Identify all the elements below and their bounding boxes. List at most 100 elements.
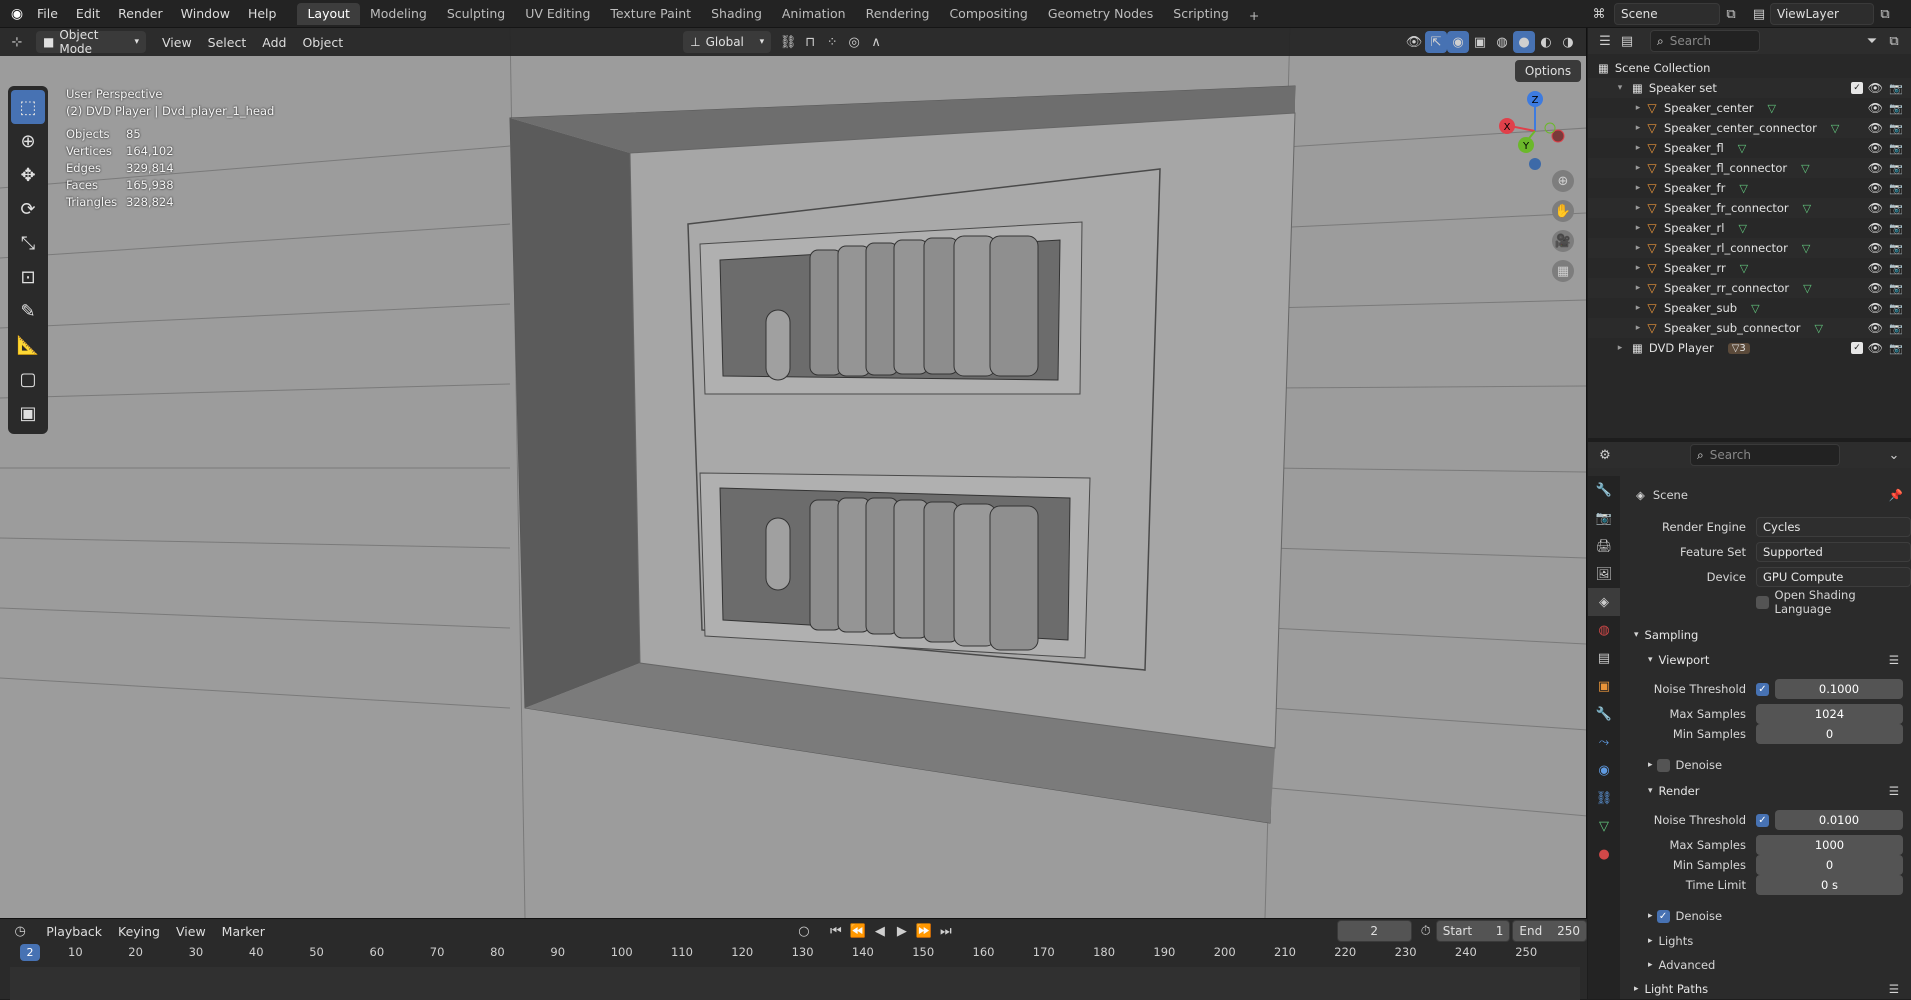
outliner-item[interactable]: ▸ ▽ Speaker_rl_connector ▽ 👁 📷 [1588,238,1911,258]
physics-tab-icon[interactable]: ◉ [1588,756,1620,784]
osl-row[interactable]: Open Shading Language [1620,588,1911,616]
rotate-tool[interactable]: ⟳ [8,192,48,226]
mesh-data-icon[interactable]: ▽ [1738,142,1746,155]
new-viewlayer-icon[interactable]: ⧉ [1874,3,1896,25]
viewport-subsection-header[interactable]: ▾ Viewport ☰ [1620,649,1911,671]
play-icon[interactable]: ▶ [891,920,913,942]
gizmo-icon[interactable]: ⇱ [1425,31,1447,53]
list-icon[interactable]: ☰ [1889,653,1899,667]
expand-arrow-icon[interactable]: ▸ [1632,203,1644,213]
outliner-item[interactable]: ▸ ▽ Speaker_sub ▽ 👁 📷 [1588,298,1911,318]
list-icon[interactable]: ☰ [1889,784,1899,798]
timeline-menu-view[interactable]: View [168,920,214,942]
jump-end-icon[interactable]: ⏭ [935,920,957,942]
tab-texture-paint[interactable]: Texture Paint [600,3,701,25]
eye-icon[interactable]: 👁 [1868,321,1883,335]
tool-tab-icon[interactable]: 🔧 [1588,476,1620,504]
rendered-shading-icon[interactable]: ◑ [1557,31,1579,53]
camera-icon[interactable]: 📷 [1889,262,1903,275]
chevron-down-icon[interactable]: ⌄ [1883,444,1905,466]
menu-window[interactable]: Window [172,0,239,28]
cursor-tool[interactable]: ⊕ [8,124,48,158]
feature-set-dropdown[interactable]: Supported [1756,542,1911,562]
expand-arrow-icon[interactable]: ▾ [1614,83,1626,93]
solid-shading-icon[interactable]: ● [1513,31,1535,53]
material-tab-icon[interactable]: ● [1588,840,1620,868]
particles-tab-icon[interactable]: ⤳ [1588,728,1620,756]
modifier-tab-icon[interactable]: 🔧 [1588,700,1620,728]
device-dropdown[interactable]: GPU Compute [1756,567,1911,587]
dvd-player-row[interactable]: ▸ ▦ DVD Player ▽3 ✓ 👁 📷 [1588,338,1911,358]
clock-icon[interactable]: ◷ [10,920,30,942]
mesh-data-icon[interactable]: ▽ [1803,202,1811,215]
camera-icon[interactable]: 📷 [1889,102,1903,115]
move-tool[interactable]: ✥ [8,158,48,192]
wireframe-shading-icon[interactable]: ◍ [1491,31,1513,53]
camera-icon[interactable]: 📷 [1889,162,1903,175]
expand-arrow-icon[interactable]: ▸ [1632,163,1644,173]
data-tab-icon[interactable]: ▽ [1588,812,1620,840]
xray-icon[interactable]: ▣ [1469,31,1491,53]
eye-icon[interactable]: 👁 [1868,261,1883,275]
timeline-menu-keying[interactable]: Keying [110,920,168,942]
menu-edit[interactable]: Edit [67,0,109,28]
outliner-item[interactable]: ▸ ▽ Speaker_center_connector ▽ 👁 📷 [1588,118,1911,138]
stopwatch-icon[interactable]: ⏱ [1416,920,1436,942]
mesh-data-icon[interactable]: ▽ [1740,262,1748,275]
eye-icon[interactable]: 👁 [1868,161,1883,175]
annotate-tool[interactable]: ✎ [8,294,48,328]
eye-icon[interactable]: 👁 [1868,201,1883,215]
outliner-item[interactable]: ▸ ▽ Speaker_rr_connector ▽ 👁 📷 [1588,278,1911,298]
mesh-data-icon[interactable]: ▽ [1739,182,1747,195]
properties-editor-icon[interactable]: ⚙ [1594,444,1616,466]
exclude-checkbox[interactable]: ✓ [1851,82,1863,94]
mesh-data-icon[interactable]: ▽ [1802,242,1810,255]
outliner-editor-icon[interactable]: ☰ [1594,30,1616,52]
outliner-item[interactable]: ▸ ▽ Speaker_sub_connector ▽ 👁 📷 [1588,318,1911,338]
start-frame-field[interactable]: Start 1 [1435,920,1511,942]
pivot-icon[interactable]: ⛓ [777,31,799,53]
new-scene-icon[interactable]: ⧉ [1720,3,1742,25]
vp-noise-checkbox[interactable]: ✓ [1756,682,1769,696]
render-engine-dropdown[interactable]: Cycles [1756,517,1911,537]
orientation-dropdown[interactable]: ⊥ Global ▾ [683,31,772,53]
prev-keyframe-icon[interactable]: ⏪ [847,920,869,942]
camera-icon[interactable]: 📷 [1889,322,1903,335]
camera-icon[interactable]: 📷 [1889,302,1903,315]
tab-scripting[interactable]: Scripting [1163,3,1239,25]
eye-icon[interactable]: 👁 [1868,221,1883,235]
snap-grid-icon[interactable]: ⁘ [821,31,843,53]
record-icon[interactable]: ○ [793,920,815,942]
ortho-grid-icon[interactable]: ▦ [1552,260,1574,282]
viewport-menu-view[interactable]: View [154,31,200,53]
play-reverse-icon[interactable]: ◀ [869,920,891,942]
mode-dropdown[interactable]: ■ Object Mode ▾ [36,28,146,56]
eye-icon[interactable]: 👁 [1868,101,1883,115]
time-limit-field[interactable]: 0 s [1756,875,1903,895]
properties-search-input[interactable]: ⌕ Search [1690,444,1840,466]
camera-icon[interactable]: 📷 [1889,222,1903,235]
eye-icon[interactable]: 👁 [1868,81,1883,95]
pin-icon[interactable]: 📌 [1889,488,1903,502]
r-max-samples-field[interactable]: 1000 [1756,835,1903,855]
tab-modeling[interactable]: Modeling [360,3,437,25]
vp-denoise-row[interactable]: ▸ Denoise [1620,754,1911,776]
expand-arrow-icon[interactable]: ▸ [1632,103,1644,113]
eye-icon[interactable]: 👁 [1868,141,1883,155]
camera-icon[interactable]: 📷 [1889,242,1903,255]
next-keyframe-icon[interactable]: ⏩ [913,920,935,942]
jump-start-icon[interactable]: ⏮ [825,920,847,942]
camera-icon[interactable]: 📷 [1889,182,1903,195]
add-workspace-button[interactable]: + [1239,4,1269,26]
r-denoise-checkbox[interactable]: ✓ [1656,909,1670,923]
frame-ruler[interactable]: 2 10 20 30 40 50 60 70 80 90 100 110 120 130 140 150 160… [10,943,1580,963]
eye-icon[interactable]: 👁 [1868,281,1883,295]
tab-compositing[interactable]: Compositing [939,3,1037,25]
camera-icon[interactable]: 📷 [1889,282,1903,295]
scene-collection-row[interactable]: ▦ Scene Collection [1588,58,1911,78]
keyframe-track[interactable] [10,967,1580,1000]
3d-viewport[interactable]: ⊹ ■ Object Mode ▾ View Select Add Object ⊥ … [0,28,1587,918]
viewlayer-icon[interactable]: ▤ [1748,3,1770,25]
expand-arrow-icon[interactable]: ▸ [1632,303,1644,313]
current-frame-field[interactable]: 2 [1336,920,1412,942]
